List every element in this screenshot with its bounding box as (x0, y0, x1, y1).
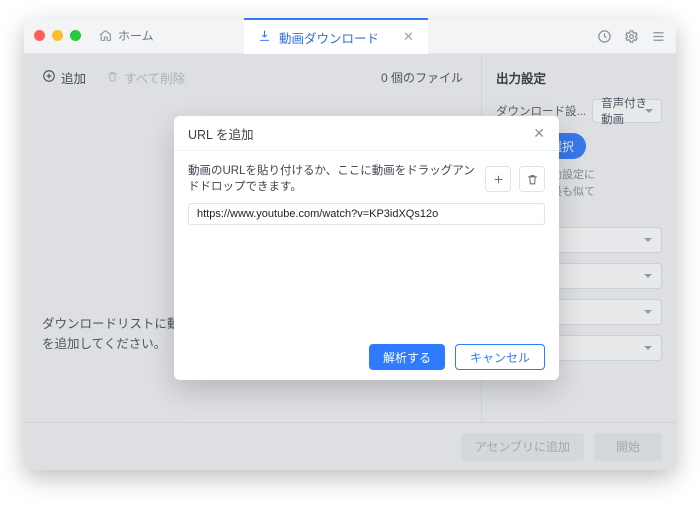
modal-title: URL を追加 (188, 124, 254, 143)
tab-close-icon[interactable]: ✕ (403, 29, 414, 45)
tab-download-label: 動画ダウンロード (279, 28, 379, 47)
modal-instruction: 動画のURLを貼り付けるか、ここに動画をドラッグアンドドロップできます。 (188, 163, 477, 195)
url-input[interactable]: https://www.youtube.com/watch?v=KP3idXQs… (188, 203, 545, 225)
window-controls (34, 30, 81, 41)
close-window[interactable] (34, 30, 45, 41)
add-url-modal: URL を追加 ✕ 動画のURLを貼り付けるか、ここに動画をドラッグアンドドロッ… (174, 116, 559, 380)
modal-header: URL を追加 ✕ (174, 116, 559, 150)
home-icon (99, 29, 112, 42)
modal-instruction-row: 動画のURLを貼り付けるか、ここに動画をドラッグアンドドロップできます。 (174, 151, 559, 203)
tab-download[interactable]: 動画ダウンロード ✕ (244, 18, 428, 54)
titlebar-right (597, 18, 666, 54)
download-icon (258, 29, 271, 45)
modal-footer: 解析する キャンセル (174, 334, 559, 380)
minimize-window[interactable] (52, 30, 63, 41)
cancel-button[interactable]: キャンセル (455, 344, 545, 370)
clear-url-trash-button[interactable] (519, 166, 545, 192)
url-value: https://www.youtube.com/watch?v=KP3idXQs… (197, 208, 438, 220)
home-tab[interactable]: ホーム (99, 27, 154, 44)
maximize-window[interactable] (70, 30, 81, 41)
modal-close-icon[interactable]: ✕ (533, 125, 545, 142)
add-url-plus-button[interactable] (485, 166, 511, 192)
analyze-button[interactable]: 解析する (369, 344, 445, 370)
home-label: ホーム (118, 27, 154, 44)
menu-icon[interactable] (651, 29, 666, 44)
settings-icon[interactable] (624, 29, 639, 44)
history-icon[interactable] (597, 29, 612, 44)
app-window: ホーム 動画ダウンロード ✕ (24, 18, 676, 470)
titlebar: ホーム 動画ダウンロード ✕ (24, 18, 676, 54)
